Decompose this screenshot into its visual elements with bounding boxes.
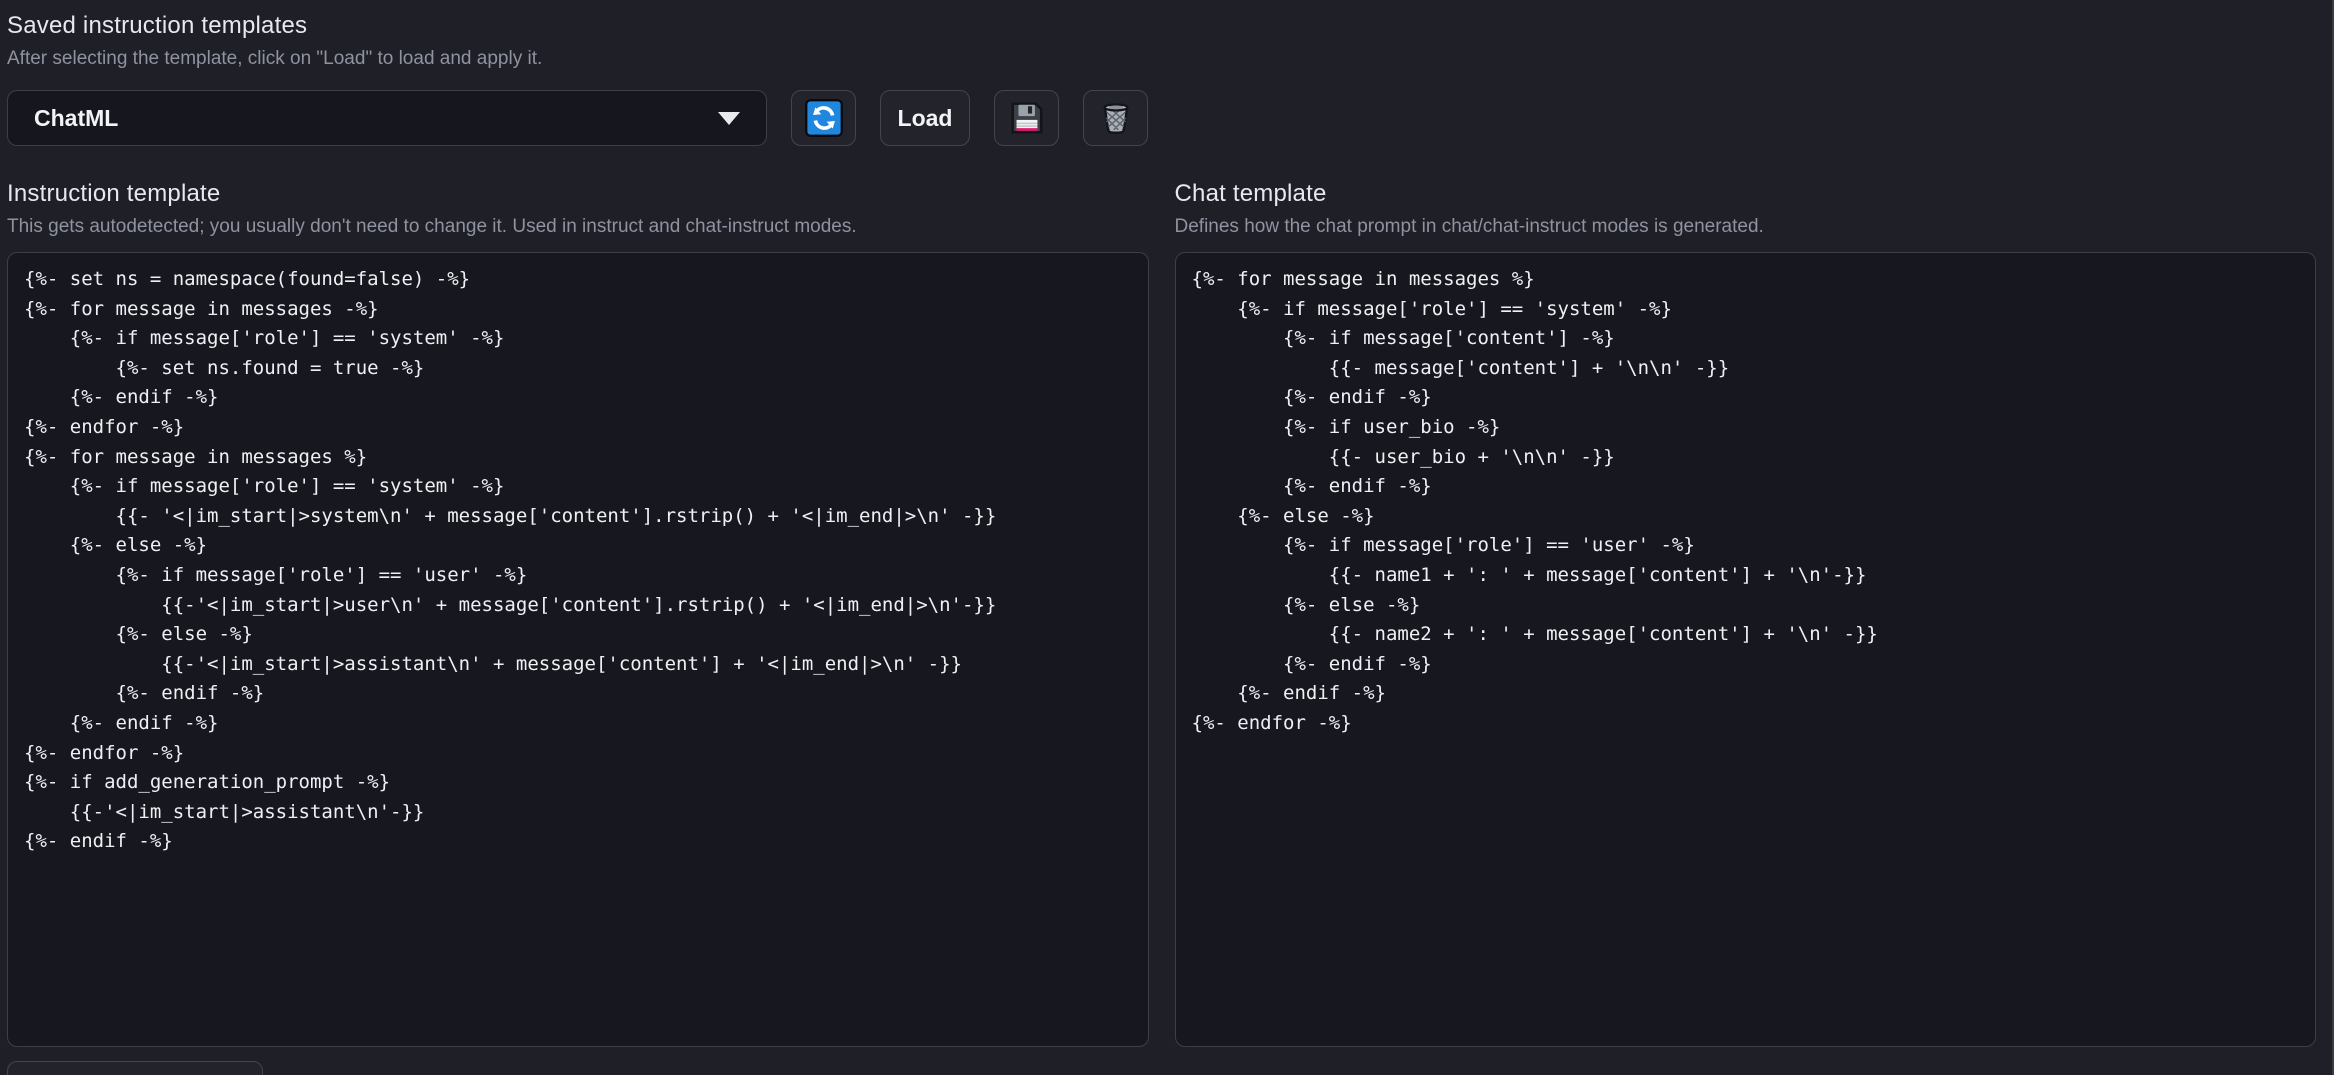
trash-icon [1102, 103, 1129, 134]
chat-template-section: Chat template Defines how the chat promp… [1174, 180, 2316, 1052]
floppy-disk-icon [1010, 102, 1043, 134]
instruction-template-section: Instruction template This gets autodetec… [7, 180, 1149, 1052]
template-dropdown[interactable]: ChatML [7, 90, 767, 146]
chat-template-textarea[interactable]: {%- for message in messages %} {%- if me… [1174, 252, 2316, 1047]
chat-template-subtitle: Defines how the chat prompt in chat/chat… [1174, 216, 1764, 237]
chat-template-title: Chat template [1174, 180, 1327, 207]
template-controls-row: ChatML Load [7, 90, 2316, 146]
load-button[interactable]: Load [880, 90, 970, 146]
instruction-template-textarea[interactable]: {%- set ns = namespace(found=false) -%} … [7, 252, 1149, 1047]
instruction-templates-page: Saved instruction templates After select… [0, 0, 2334, 1075]
template-dropdown-value: ChatML [34, 104, 119, 131]
page-title: Saved instruction templates [7, 12, 308, 39]
save-button[interactable] [994, 90, 1059, 146]
refresh-button[interactable] [791, 90, 856, 146]
instruction-template-subtitle: This gets autodetected; you usually don'… [7, 216, 857, 237]
template-editors: Instruction template This gets autodetec… [7, 180, 2316, 1052]
partial-bottom-button[interactable] [7, 1061, 263, 1075]
delete-button[interactable] [1083, 90, 1148, 146]
page-subtitle: After selecting the template, click on "… [7, 48, 543, 69]
chevron-down-icon [718, 111, 740, 125]
refresh-icon [804, 99, 843, 137]
instruction-template-title: Instruction template [7, 180, 221, 207]
